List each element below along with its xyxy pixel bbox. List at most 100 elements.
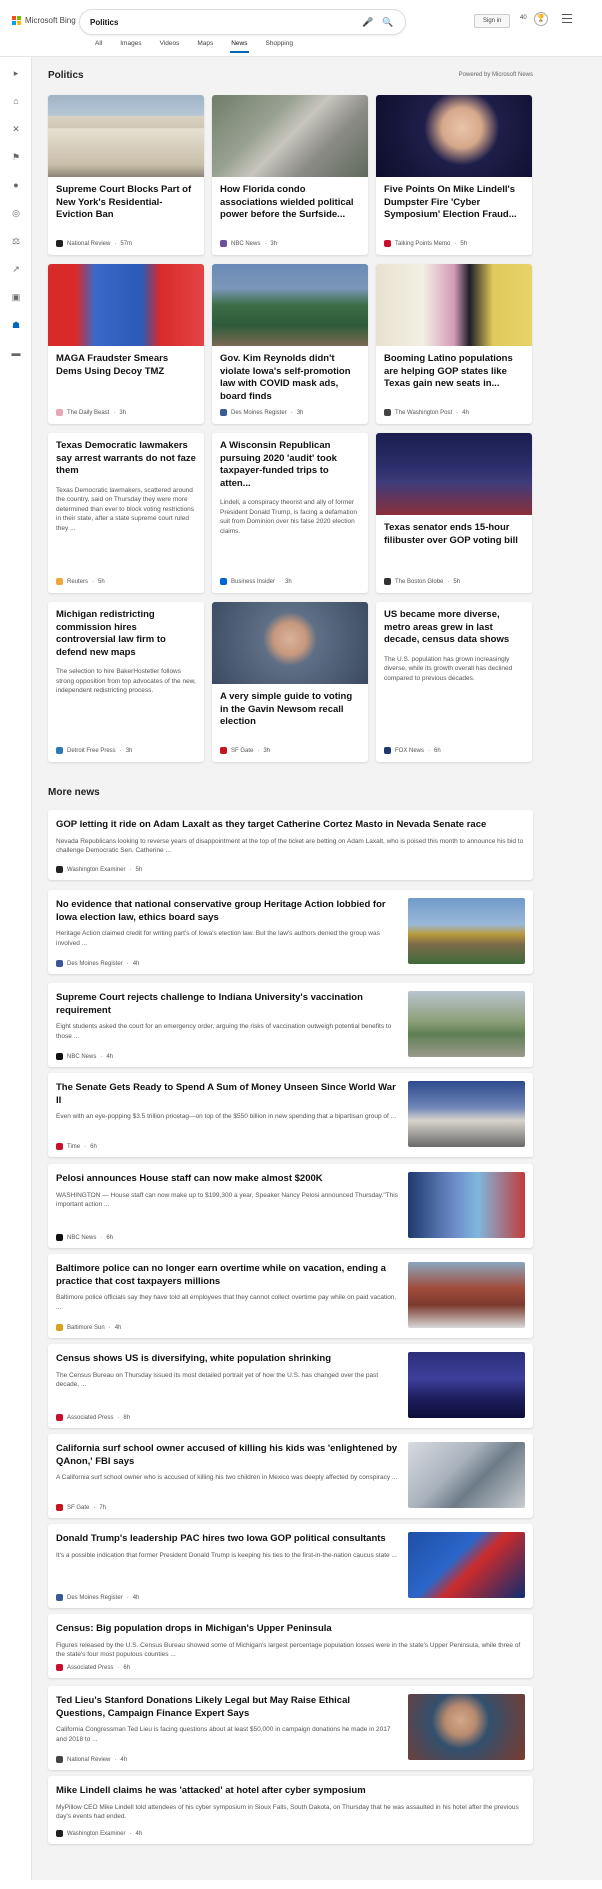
news-card-source[interactable]: Talking Points Memo · 5h [384, 240, 467, 247]
search-box[interactable]: 🎤 🔍 [80, 10, 405, 34]
more-news-item[interactable]: Ted Lieu's Stanford Donations Likely Leg… [48, 1686, 533, 1770]
news-card[interactable]: Booming Latino populations are helping G… [376, 264, 532, 424]
more-news-thumbnail[interactable] [408, 898, 525, 964]
sign-in-button[interactable]: Sign in [474, 14, 511, 28]
news-card[interactable]: Michigan redistricting commission hires … [48, 602, 204, 762]
news-card-source[interactable]: Business Insider · 3h [220, 578, 292, 585]
news-card[interactable]: US became more diverse, metro areas grew… [376, 602, 532, 762]
news-card-source[interactable]: NBC News · 3h [220, 240, 277, 247]
location-icon[interactable]: ● [10, 179, 22, 191]
politics-icon[interactable]: ☗ [10, 319, 22, 331]
news-card-title[interactable]: Texas senator ends 15-hour filibuster ov… [384, 522, 524, 547]
more-news-title[interactable]: Donald Trump's leadership PAC hires two … [56, 1533, 398, 1546]
news-card-image[interactable] [376, 264, 532, 346]
more-news-title[interactable]: GOP letting it ride on Adam Laxalt as th… [56, 819, 526, 832]
more-news-source[interactable]: Washington Examiner · 4h [56, 1830, 142, 1837]
more-news-item[interactable]: Mike Lindell claims he was 'attacked' at… [48, 1776, 533, 1844]
tab-news[interactable]: News [222, 40, 256, 53]
more-news-item[interactable]: Census shows US is diversifying, white p… [48, 1344, 533, 1428]
news-card-title[interactable]: A Wisconsin Republican pursuing 2020 'au… [220, 440, 360, 490]
scale-icon[interactable]: ⚖ [10, 235, 22, 247]
news-card-source[interactable]: The Boston Globe · 5h [384, 578, 460, 585]
search-icon[interactable]: 🔍 [381, 15, 395, 29]
more-news-item[interactable]: Supreme Court rejects challenge to India… [48, 983, 533, 1067]
money-icon[interactable]: ▬ [10, 347, 22, 359]
tab-images[interactable]: Images [111, 40, 150, 52]
news-card-source[interactable]: Reuters · 5h [56, 578, 105, 585]
news-card[interactable]: Texas senator ends 15-hour filibuster ov… [376, 433, 532, 593]
more-news-title[interactable]: Ted Lieu's Stanford Donations Likely Leg… [56, 1695, 398, 1720]
news-card-title[interactable]: Booming Latino populations are helping G… [384, 353, 524, 391]
news-card-title[interactable]: Supreme Court Blocks Part of New York's … [56, 184, 196, 222]
hamburger-menu-icon[interactable] [562, 14, 572, 23]
more-news-item[interactable]: Census: Big population drops in Michigan… [48, 1614, 533, 1678]
news-card-title[interactable]: How Florida condo associations wielded p… [220, 184, 360, 222]
more-news-title[interactable]: California surf school owner accused of … [56, 1443, 398, 1468]
more-news-thumbnail[interactable] [408, 991, 525, 1057]
more-news-title[interactable]: Mike Lindell claims he was 'attacked' at… [56, 1785, 526, 1798]
news-card-image[interactable] [376, 433, 532, 515]
more-news-item[interactable]: No evidence that national conservative g… [48, 890, 533, 974]
more-news-item[interactable]: GOP letting it ride on Adam Laxalt as th… [48, 810, 533, 880]
more-news-source[interactable]: Baltimore Sun · 4h [56, 1324, 121, 1331]
microphone-icon[interactable]: 🎤 [361, 15, 375, 29]
flag-icon[interactable]: ⚑ [10, 151, 22, 163]
news-card-source[interactable]: SF Gate · 3h [220, 747, 270, 754]
more-news-source[interactable]: Des Moines Register · 4h [56, 960, 139, 967]
news-card-source[interactable]: FOX News · 6h [384, 747, 441, 754]
expand-icon[interactable]: ▸ [10, 67, 22, 79]
more-news-item[interactable]: Donald Trump's leadership PAC hires two … [48, 1524, 533, 1608]
rocket-icon[interactable]: ↗ [10, 263, 22, 275]
tools-icon[interactable]: ✕ [10, 123, 22, 135]
more-news-source[interactable]: Associated Press · 8h [56, 1414, 130, 1421]
news-card-source[interactable]: National Review · 57m [56, 240, 132, 247]
news-card[interactable]: Gov. Kim Reynolds didn't violate Iowa's … [212, 264, 368, 424]
more-news-source[interactable]: National Review · 4h [56, 1756, 127, 1763]
more-news-title[interactable]: No evidence that national conservative g… [56, 899, 398, 924]
more-news-title[interactable]: The Senate Gets Ready to Spend A Sum of … [56, 1082, 398, 1107]
more-news-source[interactable]: Washington Examiner · 5h [56, 866, 142, 873]
news-card-title[interactable]: US became more diverse, metro areas grew… [384, 609, 524, 647]
more-news-source[interactable]: Associated Press · 6h [56, 1664, 130, 1671]
more-news-item[interactable]: California surf school owner accused of … [48, 1434, 533, 1518]
news-card[interactable]: A Wisconsin Republican pursuing 2020 'au… [212, 433, 368, 593]
news-card-source[interactable]: The Washington Post · 4h [384, 409, 469, 416]
more-news-thumbnail[interactable] [408, 1081, 525, 1147]
more-news-title[interactable]: Baltimore police can no longer earn over… [56, 1263, 398, 1288]
more-news-item[interactable]: The Senate Gets Ready to Spend A Sum of … [48, 1073, 533, 1157]
rewards-points[interactable]: 40 [520, 15, 527, 21]
tab-videos[interactable]: Videos [151, 40, 189, 52]
more-news-item[interactable]: Pelosi announces House staff can now mak… [48, 1164, 533, 1248]
more-news-source[interactable]: Time · 6h [56, 1143, 97, 1150]
more-news-title[interactable]: Census: Big population drops in Michigan… [56, 1623, 526, 1636]
news-card-title[interactable]: A very simple guide to voting in the Gav… [220, 691, 360, 729]
tab-maps[interactable]: Maps [188, 40, 222, 52]
news-card-source[interactable]: The Daily Beast · 3h [56, 409, 126, 416]
news-card-title[interactable]: Michigan redistricting commission hires … [56, 609, 196, 659]
more-news-source[interactable]: Des Moines Register · 4h [56, 1594, 139, 1601]
news-card-source[interactable]: Des Moines Register · 3h [220, 409, 303, 416]
entertainment-icon[interactable]: ▣ [10, 291, 22, 303]
more-news-thumbnail[interactable] [408, 1442, 525, 1508]
news-card[interactable]: Five Points On Mike Lindell's Dumpster F… [376, 95, 532, 255]
news-card-image[interactable] [376, 95, 532, 177]
news-card-image[interactable] [212, 95, 368, 177]
news-card[interactable]: Texas Democratic lawmakers say arrest wa… [48, 433, 204, 593]
more-news-source[interactable]: NBC News · 4h [56, 1053, 113, 1060]
home-icon[interactable]: ⌂ [10, 95, 22, 107]
more-news-title[interactable]: Census shows US is diversifying, white p… [56, 1353, 398, 1366]
more-news-thumbnail[interactable] [408, 1694, 525, 1760]
news-card-image[interactable] [48, 95, 204, 177]
tab-shopping[interactable]: Shopping [257, 40, 302, 52]
news-card[interactable]: Supreme Court Blocks Part of New York's … [48, 95, 204, 255]
more-news-thumbnail[interactable] [408, 1172, 525, 1238]
news-card-title[interactable]: MAGA Fraudster Smears Dems Using Decoy T… [56, 353, 196, 378]
news-card-image[interactable] [212, 264, 368, 346]
news-card[interactable]: A very simple guide to voting in the Gav… [212, 602, 368, 762]
tab-all[interactable]: All [86, 40, 111, 52]
more-news-thumbnail[interactable] [408, 1262, 525, 1328]
news-card-title[interactable]: Texas Democratic lawmakers say arrest wa… [56, 440, 196, 478]
more-news-item[interactable]: Baltimore police can no longer earn over… [48, 1254, 533, 1338]
globe-icon[interactable]: ◎ [10, 207, 22, 219]
more-news-thumbnail[interactable] [408, 1352, 525, 1418]
